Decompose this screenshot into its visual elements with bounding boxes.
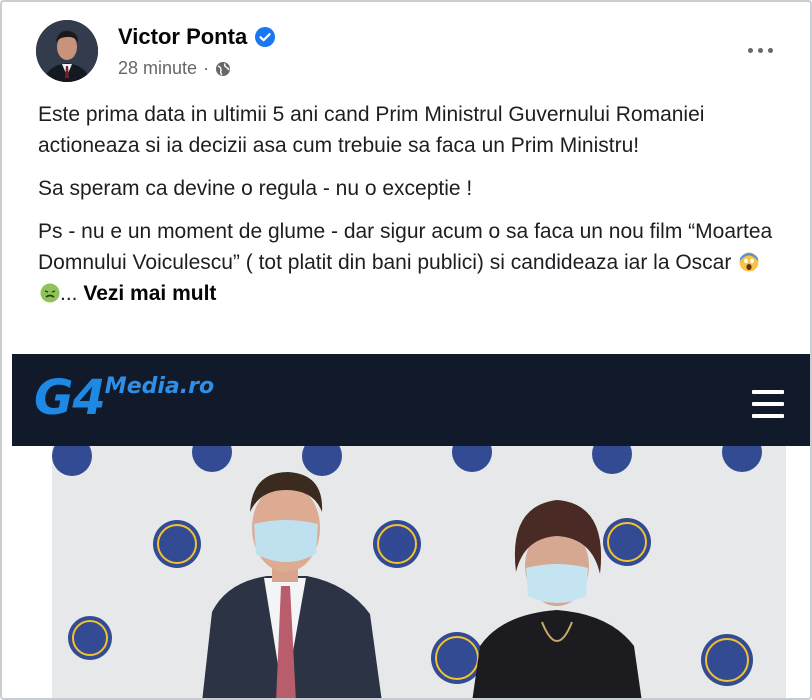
see-more-link[interactable]: Vezi mai mult (83, 282, 216, 305)
link-preview-image-area[interactable] (12, 446, 810, 698)
logo-g4: G4 (34, 370, 106, 426)
ellipsis: ... (60, 282, 78, 305)
globe-icon (216, 61, 231, 76)
menu-bar (752, 402, 784, 406)
post-text: Este prima data in ultimii 5 ani cand Pr… (38, 99, 778, 309)
post-paragraph-3: Ps - nu e un moment de glume - dar sigur… (38, 216, 778, 309)
g4media-logo: G4 Media.ro (34, 372, 214, 424)
menu-bar (752, 414, 784, 418)
more-dot (767, 47, 773, 53)
author-avatar[interactable] (36, 20, 98, 82)
verified-badge-icon (255, 27, 276, 47)
meta-separator: · (203, 58, 210, 78)
author-name[interactable]: Victor Ponta (118, 24, 247, 50)
logo-media: Media.ro (104, 374, 215, 399)
nauseated-face-emoji (40, 283, 60, 303)
post-paragraph-1: Este prima data in ultimii 5 ani cand Pr… (38, 103, 705, 157)
screaming-face-emoji (739, 252, 759, 272)
hamburger-menu-icon[interactable] (752, 390, 784, 418)
facebook-post-card: Victor Ponta 28 minute · Este prima data… (0, 0, 812, 700)
more-dot (757, 47, 763, 53)
author-line: Victor Ponta (118, 24, 276, 50)
post-time[interactable]: 28 minute (118, 58, 197, 79)
press-conference-photo (52, 446, 786, 698)
post-paragraph-3-text: Ps - nu e un moment de glume - dar sigur… (38, 220, 773, 274)
link-preview-header[interactable]: G4 Media.ro (12, 354, 810, 446)
post-meta: 28 minute · (118, 58, 231, 79)
post-paragraph-2: Sa speram ca devine o regula - nu o exce… (38, 177, 473, 200)
menu-bar (752, 390, 784, 394)
post-header: Victor Ponta 28 minute · (36, 20, 796, 86)
more-dot (747, 47, 753, 53)
more-options-icon[interactable] (742, 38, 778, 62)
